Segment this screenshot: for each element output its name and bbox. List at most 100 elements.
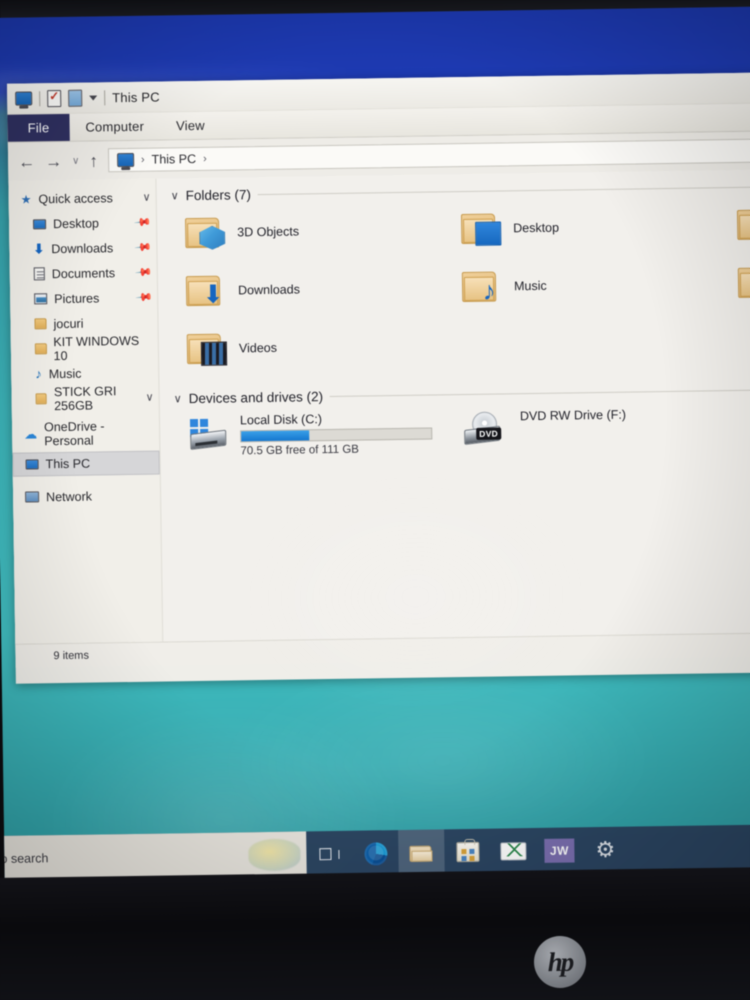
gear-icon: ⚙ xyxy=(595,836,616,863)
sidebar-item-stick-gri-256gb[interactable]: STICK GRI 256GB ∨ xyxy=(11,384,158,413)
breadcrumb-separator[interactable]: › xyxy=(203,153,207,165)
sidebar-item-desktop[interactable]: Desktop 📌 xyxy=(9,210,156,237)
taskbar-mail-button[interactable] xyxy=(490,828,537,875)
breadcrumb-this-pc[interactable]: This PC xyxy=(152,152,197,167)
folder-icon xyxy=(34,343,47,355)
music-note-icon: ♪ xyxy=(482,275,496,306)
divider xyxy=(330,389,750,398)
star-icon: ★ xyxy=(20,191,32,207)
up-icon[interactable]: ↑ xyxy=(89,151,98,170)
folder-icon xyxy=(35,393,48,405)
folder-item-desktop[interactable]: Desktop xyxy=(460,201,738,253)
microsoft-store-icon xyxy=(455,841,480,863)
documents-icon xyxy=(33,267,45,281)
folders-group-header[interactable]: ∨ Folders (7) xyxy=(171,179,750,203)
folder-item-pictures[interactable]: Pictures xyxy=(737,255,750,307)
folder-icon: ♪ xyxy=(461,269,502,306)
forward-icon[interactable]: → xyxy=(45,151,62,170)
chevron-down-icon[interactable]: ∨ xyxy=(145,391,153,404)
taskbar-file-explorer-button[interactable] xyxy=(398,829,445,877)
hard-drive-windows-icon xyxy=(188,418,228,453)
taskbar-jw-button[interactable]: JW xyxy=(536,827,583,874)
drive-item-local-disk-c[interactable]: Local Disk (C:) 70.5 GB free of 111 GB xyxy=(188,408,465,458)
chevron-down-icon[interactable]: ∨ xyxy=(174,392,182,405)
dvd-badge: DVD xyxy=(476,427,502,440)
folder-icon xyxy=(736,207,750,242)
task-view-icon xyxy=(319,846,340,861)
folder-icon xyxy=(34,318,47,330)
sidebar-item-network[interactable]: Network xyxy=(13,483,160,510)
cortana-icon[interactable] xyxy=(248,838,301,872)
filmstrip-icon xyxy=(200,341,228,366)
downloads-icon: ⬇ xyxy=(33,241,45,257)
screenshot-root: This PC File Computer View ← → ∨ ↑ › Thi… xyxy=(0,0,750,1000)
taskbar-store-button[interactable] xyxy=(444,829,491,876)
address-bar[interactable]: › This PC › xyxy=(107,138,750,173)
laptop-bezel-bottom xyxy=(0,866,750,1000)
file-explorer-icon xyxy=(408,843,434,862)
search-placeholder-text: o search xyxy=(0,851,49,866)
chevron-down-icon[interactable]: ∨ xyxy=(143,191,151,204)
folder-icon xyxy=(737,265,750,300)
folder-item-documents[interactable]: Documents xyxy=(736,197,750,249)
sidebar-item-label: Downloads xyxy=(51,240,114,256)
sidebar-item-label: Music xyxy=(48,366,82,381)
folder-item-3d-objects[interactable]: 3D Objects xyxy=(184,205,462,257)
pin-icon[interactable]: 📌 xyxy=(134,213,153,232)
monitor-icon xyxy=(475,221,502,246)
customize-dropdown-icon[interactable] xyxy=(89,94,98,101)
recent-locations-icon[interactable]: ∨ xyxy=(72,155,79,166)
folder-item-videos[interactable]: Videos xyxy=(186,321,464,373)
sidebar-item-label: jocuri xyxy=(53,316,84,331)
chevron-down-icon[interactable]: ∨ xyxy=(171,189,179,202)
tab-file[interactable]: File xyxy=(7,113,70,142)
pc-icon xyxy=(25,459,39,470)
pin-icon[interactable]: 📌 xyxy=(135,288,154,307)
sidebar-item-documents[interactable]: Documents 📌 xyxy=(10,260,157,287)
folder-label: 3D Objects xyxy=(237,224,300,240)
pictures-icon xyxy=(34,293,48,305)
music-icon: ♪ xyxy=(35,366,42,382)
sidebar-item-quick-access[interactable]: ★ Quick access ∨ xyxy=(9,185,156,212)
sidebar-item-label: OneDrive - Personal xyxy=(43,418,105,448)
window-title: This PC xyxy=(112,89,160,105)
item-count: 9 items xyxy=(53,649,90,662)
sidebar-item-kit-windows-10[interactable]: KIT WINDOWS 10 xyxy=(11,333,158,363)
drive-item-dvd-rw-f[interactable]: DVD DVD RW Drive (F:) xyxy=(464,404,741,454)
drive-capacity-text: 70.5 GB free of 111 GB xyxy=(240,443,360,458)
sidebar-item-label: Documents xyxy=(51,265,116,281)
drives-grid: Local Disk (C:) 70.5 GB free of 111 GB D… xyxy=(188,403,750,458)
folders-grid: 3D Objects Desktop ⬇ Downloads ♪ Music V… xyxy=(184,197,750,373)
pin-icon[interactable]: 📌 xyxy=(134,238,153,257)
breadcrumb-separator: › xyxy=(140,153,145,166)
onedrive-icon: ☁ xyxy=(24,426,38,442)
taskbar-edge-button[interactable] xyxy=(352,830,399,877)
folder-item-downloads[interactable]: ⬇ Downloads xyxy=(185,263,463,315)
sidebar-item-label: Quick access xyxy=(38,190,113,206)
jw-icon: JW xyxy=(544,838,575,863)
folders-group-title: Folders (7) xyxy=(185,187,252,204)
sidebar-item-this-pc[interactable]: This PC xyxy=(12,450,160,477)
tab-computer[interactable]: Computer xyxy=(69,113,160,141)
file-explorer-window: This PC File Computer View ← → ∨ ↑ › Thi… xyxy=(6,72,750,684)
back-icon[interactable]: ← xyxy=(18,152,35,171)
window-body: ★ Quick access ∨ Desktop 📌 ⬇ Downloads 📌 xyxy=(8,169,750,644)
pin-icon[interactable]: 📌 xyxy=(135,263,154,282)
sidebar-item-downloads[interactable]: ⬇ Downloads 📌 xyxy=(9,235,156,262)
taskbar-task-view-button[interactable] xyxy=(306,831,353,878)
sidebar-item-label: Pictures xyxy=(54,290,100,306)
taskbar-settings-button[interactable]: ⚙ xyxy=(582,827,629,874)
drives-group-header[interactable]: ∨ Devices and drives (2) xyxy=(174,382,750,406)
folder-label: Music xyxy=(513,278,547,294)
folder-icon xyxy=(460,211,502,246)
divider xyxy=(257,186,750,196)
drives-group-title: Devices and drives (2) xyxy=(188,389,324,407)
folder-icon xyxy=(186,332,228,367)
tab-view[interactable]: View xyxy=(160,112,221,140)
new-folder-icon[interactable] xyxy=(68,89,83,107)
folder-item-music[interactable]: ♪ Music xyxy=(461,259,739,311)
folder-icon xyxy=(184,216,225,251)
properties-icon[interactable] xyxy=(47,89,62,107)
sidebar-item-onedrive-personal[interactable]: ☁ OneDrive - Personal xyxy=(12,418,159,448)
sidebar-item-pictures[interactable]: Pictures 📌 xyxy=(10,285,157,312)
